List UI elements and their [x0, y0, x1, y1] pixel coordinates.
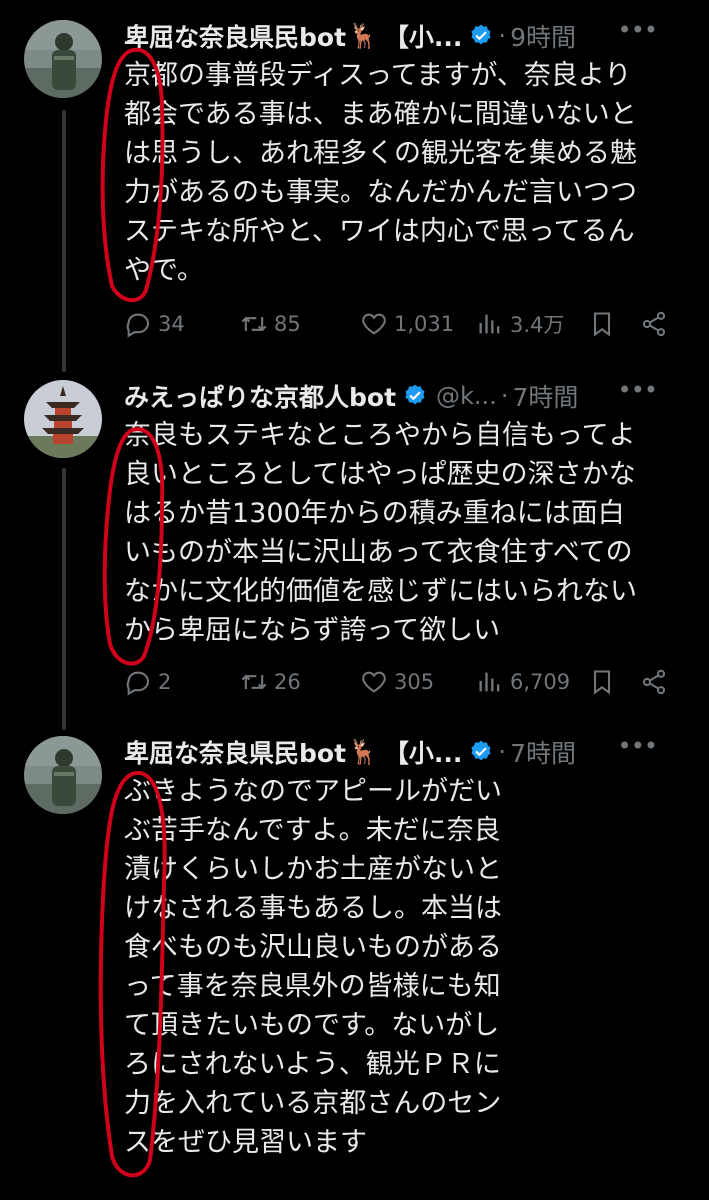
reply-count: 34 — [158, 312, 185, 336]
tweet-text: 奈良もステキなところやから自信もってよ 良いところとしてはやっぱ歴史の深さかな … — [124, 420, 637, 646]
avatar[interactable] — [24, 736, 102, 814]
display-name[interactable]: 卑屈な奈良県民bot — [124, 18, 346, 54]
more-options-icon[interactable]: ••• — [618, 16, 658, 44]
reply-icon — [126, 671, 149, 696]
view-count: 3.4万 — [510, 313, 565, 337]
bookmark-button[interactable] — [588, 668, 640, 696]
display-name-suffix[interactable]: 【小... — [384, 734, 463, 770]
tweet-text: 京都の事普段ディスってますが、奈良より 都会である事は、まあ確かに間違いないと … — [124, 60, 637, 286]
avatar[interactable] — [24, 380, 102, 458]
tweet-text: ぶきようなのでアピールがだい ぶ苦手なんですよ。未だに奈良 漬けくらいしかお土産… — [124, 776, 502, 1158]
bookmark-button[interactable] — [588, 310, 640, 338]
deer-icon: 🦌 — [348, 738, 378, 766]
handle[interactable]: @k... — [436, 382, 497, 410]
share-button[interactable] — [640, 668, 680, 696]
retweet-button[interactable]: 85 — [240, 310, 360, 338]
retweet-count: 85 — [274, 312, 301, 336]
thread-line — [62, 468, 66, 730]
timestamp[interactable]: 9時間 — [510, 18, 576, 54]
reply-button[interactable]: 2 — [124, 668, 240, 696]
retweet-icon — [241, 674, 267, 690]
heart-icon — [362, 313, 386, 335]
display-name[interactable]: みえっぱりな京都人bot — [124, 378, 396, 414]
heart-icon — [362, 671, 386, 693]
views-button[interactable]: 6,709 — [476, 668, 588, 696]
more-options-icon[interactable]: ••• — [618, 732, 658, 760]
views-chart-icon — [479, 672, 500, 692]
views-chart-icon — [479, 314, 500, 334]
display-name[interactable]: 卑屈な奈良県民bot — [124, 734, 346, 770]
bookmark-icon — [593, 670, 611, 695]
avatar[interactable] — [24, 20, 102, 98]
bookmark-icon — [593, 312, 611, 337]
reply-icon — [126, 313, 149, 338]
timestamp[interactable]: 7時間 — [510, 734, 576, 770]
share-button[interactable] — [640, 310, 680, 338]
verified-badge-icon — [471, 24, 491, 45]
display-name-suffix[interactable]: 【小... — [384, 18, 463, 54]
retweet-icon — [241, 316, 267, 332]
view-count: 6,709 — [510, 670, 571, 694]
action-bar: 2 26 305 6,709 — [124, 662, 681, 702]
retweet-button[interactable]: 26 — [240, 668, 360, 696]
separator: · — [498, 738, 507, 766]
like-count: 1,031 — [394, 312, 455, 336]
reply-count: 2 — [158, 670, 172, 694]
thread-line — [62, 110, 66, 372]
timestamp[interactable]: 7時間 — [512, 378, 578, 414]
tweet-header: 卑屈な奈良県民bot 🦌 【小... · 7時間 ••• — [124, 730, 679, 774]
deer-icon: 🦌 — [348, 22, 378, 50]
retweet-count: 26 — [274, 670, 301, 694]
more-options-icon[interactable]: ••• — [618, 376, 658, 404]
like-button[interactable]: 1,031 — [360, 310, 476, 338]
separator: · — [500, 382, 509, 410]
action-bar: 34 85 1,031 3.4万 — [124, 304, 681, 344]
share-icon — [642, 311, 666, 337]
separator: · — [498, 22, 507, 50]
reply-button[interactable]: 34 — [124, 310, 240, 338]
like-button[interactable]: 305 — [360, 668, 476, 696]
verified-badge-icon — [471, 740, 491, 761]
views-button[interactable]: 3.4万 — [476, 309, 588, 339]
tweet-header: 卑屈な奈良県民bot 🦌 【小... · 9時間 ••• — [124, 14, 679, 58]
share-icon — [642, 669, 666, 695]
verified-badge-icon — [405, 384, 425, 405]
tweet-header: みえっぱりな京都人bot @k... · 7時間 ••• — [124, 374, 679, 418]
like-count: 305 — [394, 670, 435, 694]
